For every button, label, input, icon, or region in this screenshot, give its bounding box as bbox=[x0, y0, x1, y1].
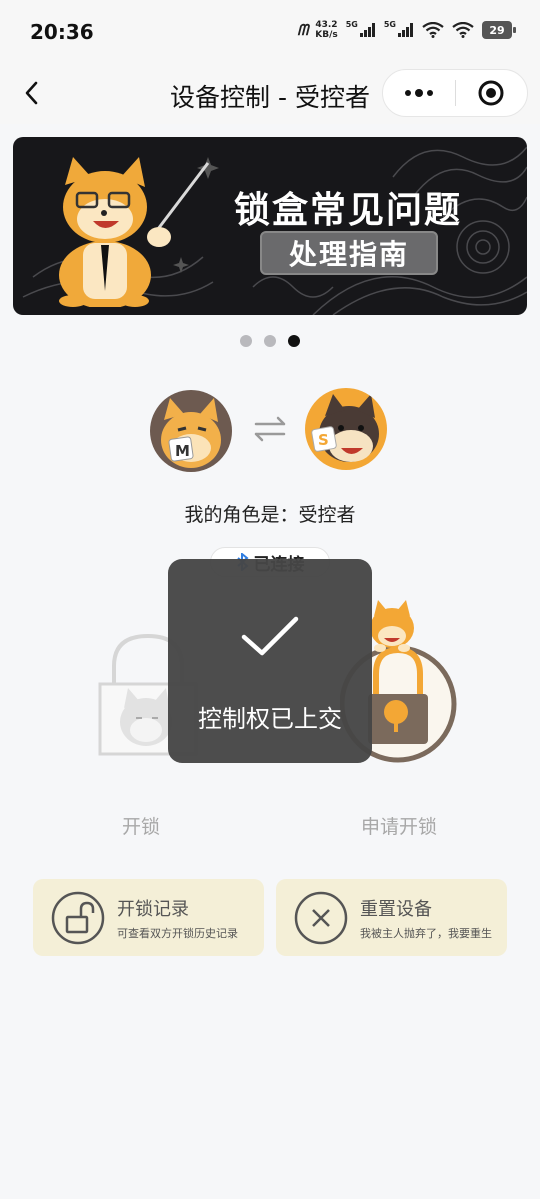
network-speed-unit: KB/s bbox=[315, 30, 338, 40]
nav-bar: 设备控制 - 受控者 bbox=[0, 66, 540, 124]
signal-2-label: 5G bbox=[383, 20, 396, 29]
carousel-indicator bbox=[0, 335, 540, 347]
app-notification-icon: ᗰ bbox=[297, 21, 308, 39]
carousel-dot[interactable] bbox=[240, 335, 252, 347]
close-miniprogram-button[interactable] bbox=[456, 70, 528, 116]
role-text: 我的角色是：受控者 bbox=[184, 504, 356, 526]
unlocked-padlock-icon bbox=[51, 891, 105, 944]
signal-1: 5G bbox=[345, 20, 376, 37]
mini-program-capsule bbox=[382, 69, 528, 117]
status-time: 20:36 bbox=[30, 20, 94, 44]
success-toast: 控制权已上交 bbox=[168, 559, 372, 763]
cellular-signal-icon bbox=[359, 23, 375, 37]
banner-subtitle: 处理指南 bbox=[260, 231, 438, 275]
swap-arrows-icon[interactable] bbox=[252, 414, 288, 444]
reset-device-title: 重置设备 bbox=[360, 898, 432, 920]
more-button[interactable] bbox=[383, 70, 455, 116]
close-circle-icon bbox=[294, 891, 348, 944]
reset-device-desc: 我被主人抛弃了，我要重生 bbox=[360, 926, 492, 940]
master-avatar: M bbox=[150, 390, 232, 472]
carousel-dot[interactable] bbox=[264, 335, 276, 347]
shiba-teacher-illustration bbox=[59, 157, 210, 307]
target-close-icon bbox=[478, 80, 504, 106]
battery-indicator: 29 bbox=[482, 21, 516, 39]
signal-2: 5G bbox=[383, 20, 414, 37]
unlock-history-title: 开锁记录 bbox=[117, 898, 189, 920]
cellular-signal-icon bbox=[398, 23, 413, 37]
banner-title: 锁盒常见问题 bbox=[234, 190, 463, 231]
sub-badge: S bbox=[318, 431, 329, 449]
master-badge: M bbox=[175, 442, 190, 460]
wifi-icon bbox=[422, 22, 444, 38]
checkmark-icon bbox=[241, 616, 299, 656]
network-speed: 43.2 KB/s bbox=[315, 20, 337, 40]
carousel-dot-active[interactable] bbox=[288, 335, 300, 347]
shiba-avatar-icon: M bbox=[161, 398, 221, 468]
wifi-icon bbox=[452, 22, 474, 38]
unlock-history-card[interactable]: 开锁记录 可查看双方开锁历史记录 bbox=[33, 879, 264, 956]
status-bar: 20:36 ᗰ 43.2 KB/s 5G 5G 29 bbox=[0, 0, 540, 66]
unlock-history-desc: 可查看双方开锁历史记录 bbox=[117, 926, 238, 940]
unlock-label[interactable]: 开锁 bbox=[122, 812, 160, 839]
more-dots-icon bbox=[404, 89, 433, 97]
sub-avatar: S bbox=[305, 388, 387, 470]
toast-message: 控制权已上交 bbox=[198, 705, 342, 733]
reset-device-card[interactable]: 重置设备 我被主人抛弃了，我要重生 bbox=[276, 879, 507, 956]
black-shiba-avatar-icon: S bbox=[311, 394, 379, 462]
status-icons: ᗰ 43.2 KB/s 5G 5G 29 bbox=[297, 20, 516, 40]
signal-1-label: 5G bbox=[345, 20, 358, 29]
network-speed-value: 43.2 bbox=[315, 20, 338, 30]
request-unlock-label[interactable]: 申请开锁 bbox=[361, 812, 437, 839]
banner-carousel[interactable]: 锁盒常见问题 处理指南 bbox=[13, 137, 527, 315]
